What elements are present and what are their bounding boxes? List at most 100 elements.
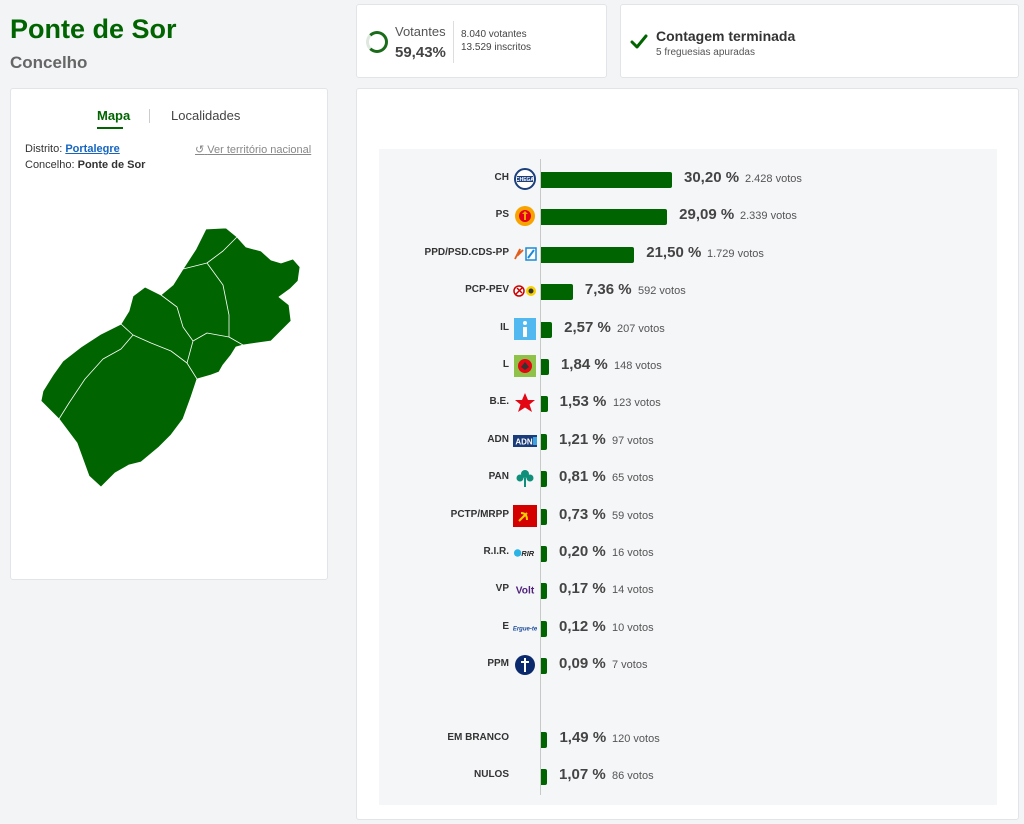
result-votes: 592 votos <box>638 285 686 298</box>
page-subtitle: Concelho <box>10 53 88 72</box>
results-row: ADN ADN 1,21 % 97 votos <box>379 427 997 455</box>
livre-logo-icon <box>513 354 537 378</box>
result-votes: 14 votos <box>612 584 654 597</box>
svg-text:CHEGA: CHEGA <box>516 177 534 183</box>
party-name: L <box>502 359 509 370</box>
page-title: Ponte de Sor <box>10 14 177 44</box>
result-votes: 148 votos <box>614 360 662 372</box>
extra-row: EM BRANCO 1,49 % 120 votos <box>379 725 997 753</box>
party-label-wrap: PS <box>379 202 509 230</box>
results-row: PPM 0,09 % 7 votos <box>379 651 997 679</box>
result-bar <box>541 209 668 226</box>
result-bar <box>541 321 553 338</box>
il-logo-icon <box>513 317 537 341</box>
party-name: ADN <box>487 433 509 445</box>
votantes-label: Votantes <box>395 24 446 39</box>
svg-text:Ergue-te: Ergue-te <box>513 626 537 632</box>
results-row: IL 2,57 % 207 votos <box>379 315 997 343</box>
result-votes: 1.729 votos <box>707 247 764 260</box>
result-bar <box>541 471 547 488</box>
result-votes: 65 votos <box>612 472 654 485</box>
party-name: PS <box>495 209 509 221</box>
result-percentage: 7,36 % <box>584 281 632 299</box>
party-label-wrap: PCTP/MRPP <box>379 502 509 530</box>
result-votes: 2.428 votos <box>745 173 802 185</box>
result-bar <box>541 732 548 748</box>
result-bar <box>541 284 573 301</box>
results-row: PCP-PEV 7,36 % 592 votos <box>379 277 997 305</box>
checkmark-icon <box>630 34 648 49</box>
party-name: PCP-PEV <box>465 284 509 296</box>
result-percentage: 1,21 % <box>559 430 606 448</box>
result-bar <box>541 433 547 450</box>
party-label-wrap: L <box>379 352 509 380</box>
pan-logo-icon <box>513 466 537 490</box>
party-label-wrap: VP <box>379 576 509 604</box>
result-votes: 2.339 votos <box>740 210 797 223</box>
results-row: CH CHEGA 30,20 % 2.428 votos <box>379 165 997 193</box>
result-votes: 86 votos <box>612 770 654 782</box>
extra-row: NULOS 1,07 % 86 votos <box>379 762 997 790</box>
party-label-wrap: PPM <box>379 651 509 679</box>
contagem-title: Contagem terminada <box>656 28 796 44</box>
party-label-wrap: PAN <box>379 464 509 492</box>
result-percentage: 1,07 % <box>559 766 606 783</box>
result-percentage: 0,20 % <box>559 543 606 560</box>
result-percentage: 0,73 % <box>559 505 606 523</box>
result-percentage: 0,81 % <box>559 468 606 486</box>
results-row: R.I.R. RIR 0,20 % 16 votos <box>379 539 997 567</box>
result-bar <box>541 583 547 600</box>
results-row: PPD/PSD.CDS-PP 21,50 % 1.729 votos <box>379 240 997 268</box>
result-bar <box>541 658 547 675</box>
results-row: L 1,84 % 148 votos <box>379 352 997 380</box>
party-name: PPD/PSD.CDS-PP <box>424 246 509 258</box>
result-bar <box>541 359 549 375</box>
votantes-percentage: 59,43% <box>395 44 446 61</box>
result-bar <box>541 546 547 562</box>
volt-logo-icon: Volt <box>513 578 537 602</box>
inscritos-count: 13.529 inscritos <box>461 42 532 53</box>
results-chart: CH CHEGA 30,20 % 2.428 votos PS 29,09 % 2.339 … <box>379 149 997 805</box>
result-bar <box>541 508 547 525</box>
psd-cds-logo-icon <box>513 242 537 266</box>
contagem-subtitle: 5 freguesias apuradas <box>656 47 755 58</box>
party-label-wrap: ADN <box>379 427 509 455</box>
result-percentage: 0,17 % <box>559 580 606 598</box>
map-region[interactable] <box>40 227 301 488</box>
map-card: Mapa Localidades Distrito: Portalegre Co… <box>10 88 328 580</box>
party-label-wrap: E <box>379 614 509 642</box>
results-row: VP Volt 0,17 % 14 votos <box>379 576 997 604</box>
pctp-logo-icon <box>513 504 537 528</box>
results-row: B.E. 1,53 % 123 votos <box>379 389 997 417</box>
party-name: EM BRANCO <box>447 732 509 743</box>
result-votes: 120 votos <box>612 733 660 745</box>
result-percentage: 1,53 % <box>559 393 607 411</box>
votantes-count: 8.040 votantes <box>461 29 527 40</box>
rir-logo-icon: RIR <box>513 541 537 565</box>
contagem-card: Contagem terminada 5 freguesias apuradas <box>620 4 1019 78</box>
result-percentage: 0,09 % <box>559 655 606 673</box>
result-percentage: 1,49 % <box>559 729 607 746</box>
party-name: R.I.R. <box>483 546 509 557</box>
party-label-wrap: IL <box>379 315 509 343</box>
ps-logo-icon <box>513 204 537 228</box>
svg-text:RIR: RIR <box>521 549 534 558</box>
party-label-wrap: PCP-PEV <box>379 277 509 305</box>
results-card: CH CHEGA 30,20 % 2.428 votos PS 29,09 % 2.339 … <box>356 88 1019 820</box>
party-label-wrap: EM BRANCO <box>379 725 509 753</box>
results-row: PS 29,09 % 2.339 votos <box>379 202 997 230</box>
party-name: NULOS <box>474 769 509 780</box>
results-row: E Ergue-te 0,12 % 10 votos <box>379 614 997 642</box>
result-votes: 207 votos <box>617 322 665 335</box>
votantes-card: Votantes 59,43% 8.040 votantes 13.529 in… <box>356 4 607 78</box>
result-bar <box>541 769 547 785</box>
chega-logo-icon: CHEGA <box>513 167 537 191</box>
party-label-wrap: R.I.R. <box>379 539 509 567</box>
result-percentage: 29,09 % <box>679 206 735 224</box>
concelho-map[interactable] <box>11 89 329 581</box>
be-logo-icon <box>513 391 537 415</box>
ppm-logo-icon <box>513 653 537 677</box>
party-name: B.E. <box>489 396 509 408</box>
result-votes: 16 votos <box>612 547 654 559</box>
result-percentage: 0,12 % <box>559 617 606 635</box>
